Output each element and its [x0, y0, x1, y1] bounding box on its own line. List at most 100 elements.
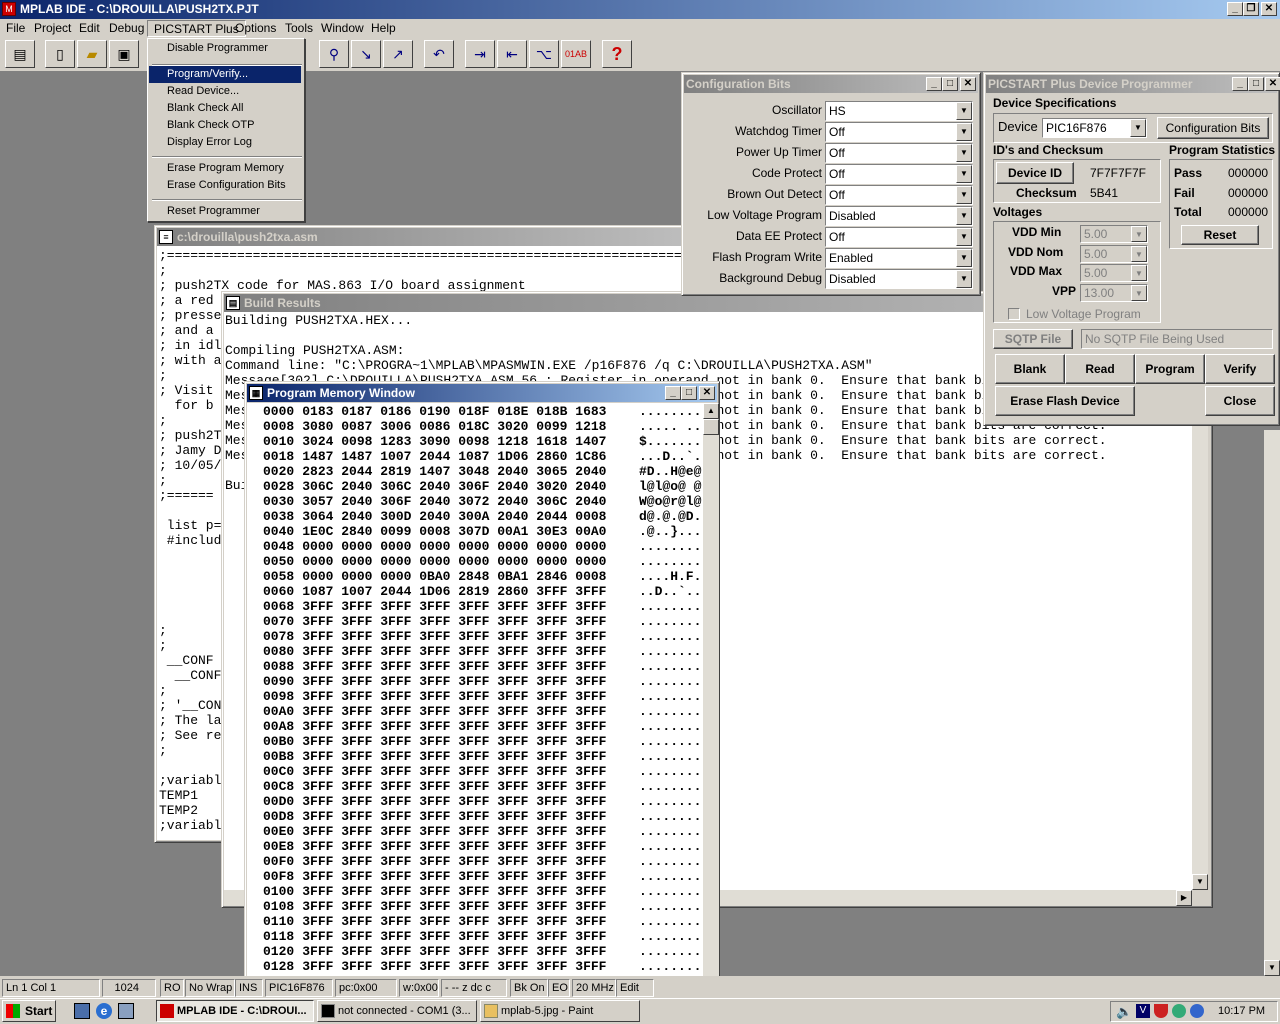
menu-disable-programmer[interactable]: Disable Programmer	[149, 40, 301, 57]
desktop-vscroll[interactable]: ▼	[1264, 430, 1280, 976]
config-select[interactable]: Off ▼	[825, 227, 973, 247]
memory-words[interactable]: 3FFF 3FFF 3FFF 3FFF 3FFF 3FFF 3FFF 3FFF	[302, 614, 606, 629]
memory-words[interactable]: 3FFF 3FFF 3FFF 3FFF 3FFF 3FFF 3FFF 3FFF	[302, 719, 606, 734]
memory-words[interactable]: 1E0C 2840 0099 0008 307D 00A1 30E3 00A0	[302, 524, 606, 539]
menu-file[interactable]: File	[0, 20, 31, 37]
memory-words[interactable]: 306C 2040 306C 2040 306F 2040 3020 2040	[302, 479, 606, 494]
network-icon[interactable]	[1172, 1004, 1186, 1018]
scroll-right-button[interactable]: ▶	[1176, 890, 1192, 906]
pmem-grid[interactable]: 0000 0183 0187 0186 0190 018F 018E 018B 1…	[247, 403, 703, 977]
config-select[interactable]: Off ▼	[825, 164, 973, 184]
config-select[interactable]: HS ▼	[825, 101, 973, 121]
memory-words[interactable]: 3FFF 3FFF 3FFF 3FFF 3FFF 3FFF 3FFF 3FFF	[302, 824, 606, 839]
memory-words[interactable]: 3FFF 3FFF 3FFF 3FFF 3FFF 3FFF 3FFF 3FFF	[302, 854, 606, 869]
menu-read-device[interactable]: Read Device...	[149, 83, 301, 100]
memory-words[interactable]: 3FFF 3FFF 3FFF 3FFF 3FFF 3FFF 3FFF 3FFF	[302, 779, 606, 794]
scroll-thumb[interactable]	[703, 419, 719, 435]
scroll-down-button[interactable]: ▼	[1264, 960, 1280, 976]
volume-icon[interactable]: 🔈	[1116, 1004, 1132, 1020]
chevron-down-icon[interactable]: ▼	[956, 144, 972, 162]
prog-minimize-button[interactable]: _	[1232, 77, 1248, 91]
menu-blank-check-all[interactable]: Blank Check All	[149, 100, 301, 117]
memory-words[interactable]: 3FFF 3FFF 3FFF 3FFF 3FFF 3FFF 3FFF 3FFF	[302, 629, 606, 644]
chevron-down-icon[interactable]: ▼	[1131, 285, 1147, 301]
program-button[interactable]: Program	[1135, 354, 1205, 384]
tree-icon[interactable]: ⌥	[529, 40, 559, 68]
chevron-down-icon[interactable]: ▼	[956, 270, 972, 288]
memory-words[interactable]: 3FFF 3FFF 3FFF 3FFF 3FFF 3FFF 3FFF 3FFF	[302, 914, 606, 929]
config-minimize-button[interactable]: _	[926, 77, 942, 91]
memory-words[interactable]: 2823 2044 2819 1407 3048 2040 3065 2040	[302, 464, 606, 479]
prog-maximize-button[interactable]: □	[1248, 77, 1264, 91]
memory-words[interactable]: 3057 2040 306F 2040 3072 2040 306C 2040	[302, 494, 606, 509]
config-select[interactable]: Off ▼	[825, 122, 973, 142]
help-icon[interactable]: ?	[602, 40, 632, 68]
memory-words[interactable]: 3FFF 3FFF 3FFF 3FFF 3FFF 3FFF 3FFF 3FFF	[302, 689, 606, 704]
task-paint[interactable]: mplab-5.jpg - Paint	[480, 1000, 640, 1022]
verify-button[interactable]: Verify	[1205, 354, 1275, 384]
memory-words[interactable]: 3FFF 3FFF 3FFF 3FFF 3FFF 3FFF 3FFF 3FFF	[302, 839, 606, 854]
start-button[interactable]: Start	[2, 1000, 56, 1022]
quicklaunch-ie-icon[interactable]: e	[96, 1003, 112, 1019]
close-dialog-button[interactable]: Close	[1205, 386, 1275, 416]
chevron-down-icon[interactable]: ▼	[956, 102, 972, 120]
chevron-down-icon[interactable]: ▼	[956, 186, 972, 204]
restore-button[interactable]: ❐	[1243, 2, 1259, 16]
memory-words[interactable]: 3FFF 3FFF 3FFF 3FFF 3FFF 3FFF 3FFF 3FFF	[302, 674, 606, 689]
menu-options[interactable]: Options	[229, 20, 282, 37]
vpp-select[interactable]: 13.00 ▼	[1080, 284, 1148, 302]
vdd-max-select[interactable]: 5.00 ▼	[1080, 264, 1148, 282]
globe-icon[interactable]	[1190, 1004, 1204, 1018]
menu-window[interactable]: Window	[315, 20, 370, 37]
save-icon[interactable]: ▣	[109, 40, 139, 68]
memory-words[interactable]: 3FFF 3FFF 3FFF 3FFF 3FFF 3FFF 3FFF 3FFF	[302, 794, 606, 809]
memory-words[interactable]: 3080 0087 3006 0086 018C 3020 0099 1218	[302, 419, 606, 434]
hex-icon[interactable]: 01AB	[561, 40, 591, 68]
chevron-down-icon[interactable]: ▼	[1130, 119, 1146, 137]
config-select[interactable]: Disabled ▼	[825, 206, 973, 226]
vdd-min-select[interactable]: 5.00 ▼	[1080, 225, 1148, 243]
chevron-down-icon[interactable]: ▼	[956, 123, 972, 141]
read-button[interactable]: Read	[1065, 354, 1135, 384]
memory-words[interactable]: 3FFF 3FFF 3FFF 3FFF 3FFF 3FFF 3FFF 3FFF	[302, 809, 606, 824]
blank-button[interactable]: Blank	[995, 354, 1065, 384]
scroll-up-button[interactable]: ▲	[703, 403, 719, 419]
memory-words[interactable]: 1087 1007 2044 1D06 2819 2860 3FFF 3FFF	[302, 584, 606, 599]
memory-words[interactable]: 3FFF 3FFF 3FFF 3FFF 3FFF 3FFF 3FFF 3FFF	[302, 899, 606, 914]
outdent-icon[interactable]: ⇤	[497, 40, 527, 68]
undo-icon[interactable]: ↶	[424, 40, 454, 68]
menu-edit[interactable]: Edit	[73, 20, 106, 37]
menu-program-verify[interactable]: Program/Verify...	[149, 66, 301, 83]
vdd-nom-select[interactable]: 5.00 ▼	[1080, 245, 1148, 263]
chevron-down-icon[interactable]: ▼	[956, 165, 972, 183]
minimize-button[interactable]: _	[1227, 2, 1243, 16]
indent-icon[interactable]: ⇥	[465, 40, 495, 68]
config-close-button[interactable]: ✕	[960, 77, 976, 91]
memory-words[interactable]: 3FFF 3FFF 3FFF 3FFF 3FFF 3FFF 3FFF 3FFF	[302, 929, 606, 944]
memory-words[interactable]: 3FFF 3FFF 3FFF 3FFF 3FFF 3FFF 3FFF 3FFF	[302, 749, 606, 764]
menu-help[interactable]: Help	[365, 20, 402, 37]
pmem-minimize-button[interactable]: _	[665, 386, 681, 400]
memory-words[interactable]: 3FFF 3FFF 3FFF 3FFF 3FFF 3FFF 3FFF 3FFF	[302, 884, 606, 899]
memory-words[interactable]: 3FFF 3FFF 3FFF 3FFF 3FFF 3FFF 3FFF 3FFF	[302, 659, 606, 674]
close-button[interactable]: ✕	[1261, 2, 1277, 16]
task-terminal[interactable]: not connected - COM1 (3...	[317, 1000, 477, 1022]
memory-words[interactable]: 3FFF 3FFF 3FFF 3FFF 3FFF 3FFF 3FFF 3FFF	[302, 944, 606, 959]
pmem-close-button[interactable]: ✕	[699, 386, 715, 400]
low-voltage-checkbox[interactable]	[1008, 308, 1020, 320]
menu-reset-programmer[interactable]: Reset Programmer	[149, 203, 301, 220]
memory-words[interactable]: 3FFF 3FFF 3FFF 3FFF 3FFF 3FFF 3FFF 3FFF	[302, 734, 606, 749]
memory-words[interactable]: 0000 0000 0000 0BA0 2848 0BA1 2846 0008	[302, 569, 606, 584]
step-over-icon[interactable]: ↗	[383, 40, 413, 68]
antivirus-icon[interactable]: V	[1136, 1004, 1150, 1018]
memory-words[interactable]: 0183 0187 0186 0190 018F 018E 018B 1683	[302, 404, 606, 419]
chevron-down-icon[interactable]: ▼	[956, 228, 972, 246]
new-file-icon[interactable]: ▯	[45, 40, 75, 68]
search-icon[interactable]: ⚲	[319, 40, 349, 68]
chevron-down-icon[interactable]: ▼	[1131, 226, 1147, 242]
open-folder-icon[interactable]: ▰	[77, 40, 107, 68]
config-select[interactable]: Off ▼	[825, 185, 973, 205]
memory-words[interactable]: 3064 2040 300D 2040 300A 2040 2044 0008	[302, 509, 606, 524]
memory-words[interactable]: 3FFF 3FFF 3FFF 3FFF 3FFF 3FFF 3FFF 3FFF	[302, 644, 606, 659]
chevron-down-icon[interactable]: ▼	[1131, 265, 1147, 281]
